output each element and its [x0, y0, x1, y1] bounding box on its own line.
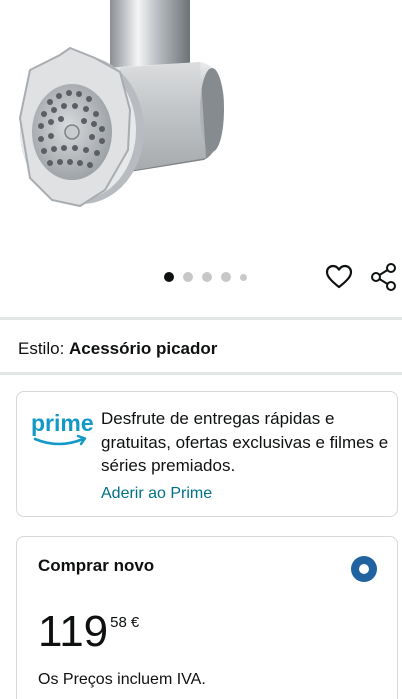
prime-promo-card: prime Desfrute de entregas rápidas e gra… [16, 391, 398, 517]
carousel-dot-5[interactable] [240, 273, 247, 281]
join-prime-link[interactable]: Aderir ao Prime [101, 483, 212, 505]
prime-logo-text: prime [31, 410, 93, 436]
price-fraction: 58 [110, 614, 127, 631]
carousel-dots[interactable] [164, 272, 247, 282]
buy-new-radio[interactable] [351, 556, 377, 582]
buy-new-title: Comprar novo [38, 556, 155, 575]
share-icon [371, 263, 396, 291]
price-currency: € [130, 614, 140, 631]
carousel-dot-2[interactable] [183, 272, 193, 282]
prime-logo: prime [31, 409, 94, 449]
wishlist-button[interactable] [324, 262, 354, 292]
divider [0, 372, 402, 375]
style-selector[interactable]: Estilo: Acessório picador [18, 338, 217, 360]
vat-note: Os Preços incluem IVA. [38, 671, 206, 688]
divider [0, 317, 402, 320]
share-button[interactable] [369, 262, 399, 292]
style-value: Acessório picador [69, 339, 218, 358]
carousel-dot-3[interactable] [202, 272, 212, 282]
price-whole: 119 [38, 607, 109, 656]
carousel-dot-1[interactable] [164, 272, 174, 282]
buy-new-card[interactable]: Comprar novo 119 58 € Os Preços incluem … [16, 536, 398, 699]
price: 119 58 € [38, 609, 139, 655]
heart-icon [325, 264, 353, 289]
carousel-dot-4[interactable] [221, 272, 231, 282]
product-image[interactable] [0, 0, 402, 255]
prime-description: Desfrute de entregas rápidas e gratuitas… [101, 409, 389, 475]
style-label: Estilo: [18, 339, 65, 358]
meat-grinder-illustration [18, 0, 224, 208]
